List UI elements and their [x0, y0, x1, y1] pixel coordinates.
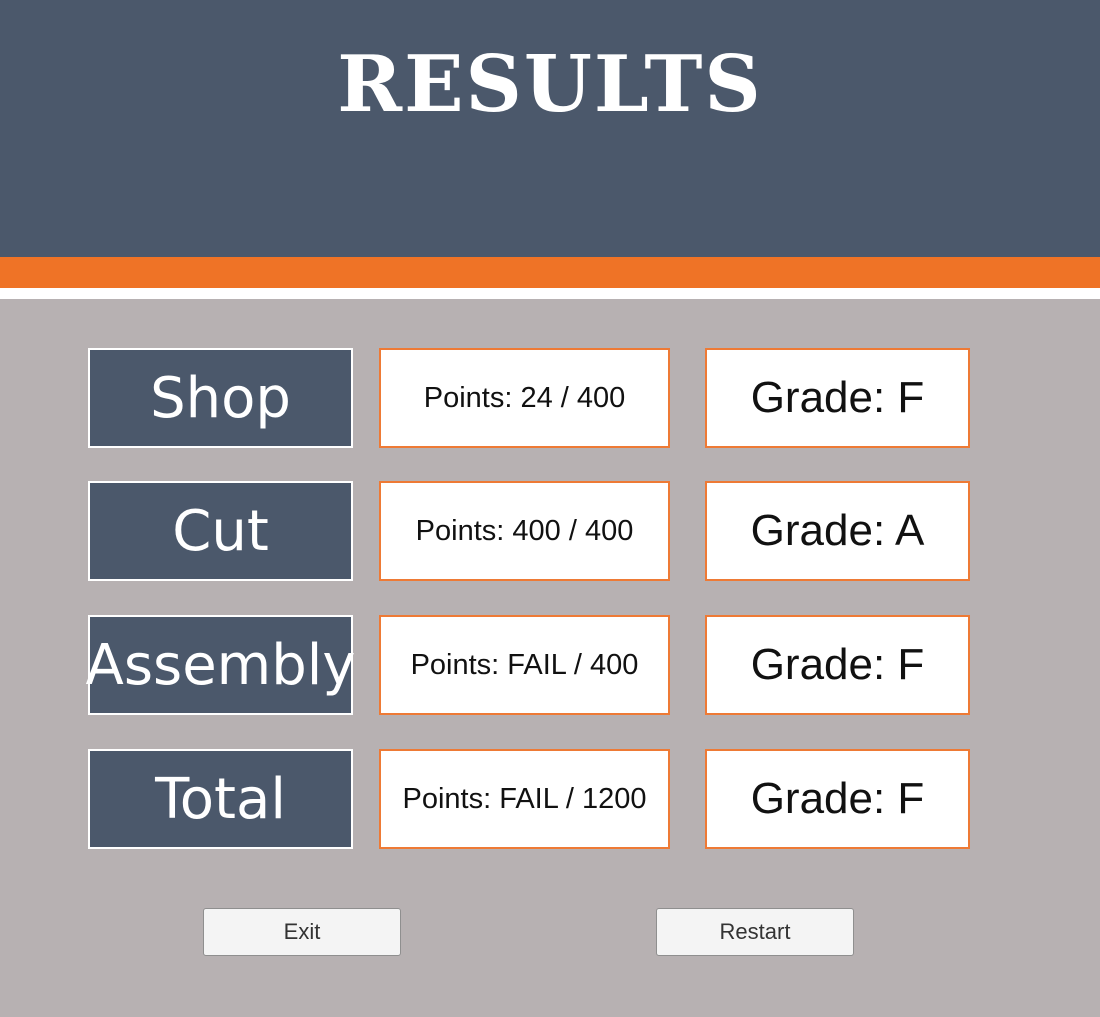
header: RESULTS: [0, 0, 1100, 257]
divider: [0, 288, 1100, 299]
page-title: RESULTS: [337, 39, 763, 130]
category-label: Cut: [88, 481, 353, 581]
exit-button[interactable]: Exit: [203, 908, 401, 956]
points-value: Points: FAIL / 400: [379, 615, 670, 715]
accent-stripe: [0, 257, 1100, 288]
grade-value: Grade: F: [705, 348, 970, 448]
category-label: Shop: [88, 348, 353, 448]
points-value: Points: 24 / 400: [379, 348, 670, 448]
grade-value: Grade: F: [705, 615, 970, 715]
results-row-shop: Shop Points: 24 / 400 Grade: F: [0, 348, 1100, 448]
results-row-cut: Cut Points: 400 / 400 Grade: A: [0, 481, 1100, 581]
category-label: Assembly: [86, 615, 355, 715]
grade-value: Grade: A: [705, 481, 970, 581]
restart-button[interactable]: Restart: [656, 908, 854, 956]
category-label: Total: [88, 749, 353, 849]
points-value: Points: FAIL / 1200: [379, 749, 670, 849]
results-row-assembly: Assembly Points: FAIL / 400 Grade: F: [0, 615, 1100, 715]
results-row-total: Total Points: FAIL / 1200 Grade: F: [0, 749, 1100, 849]
grade-value: Grade: F: [705, 749, 970, 849]
points-value: Points: 400 / 400: [379, 481, 670, 581]
